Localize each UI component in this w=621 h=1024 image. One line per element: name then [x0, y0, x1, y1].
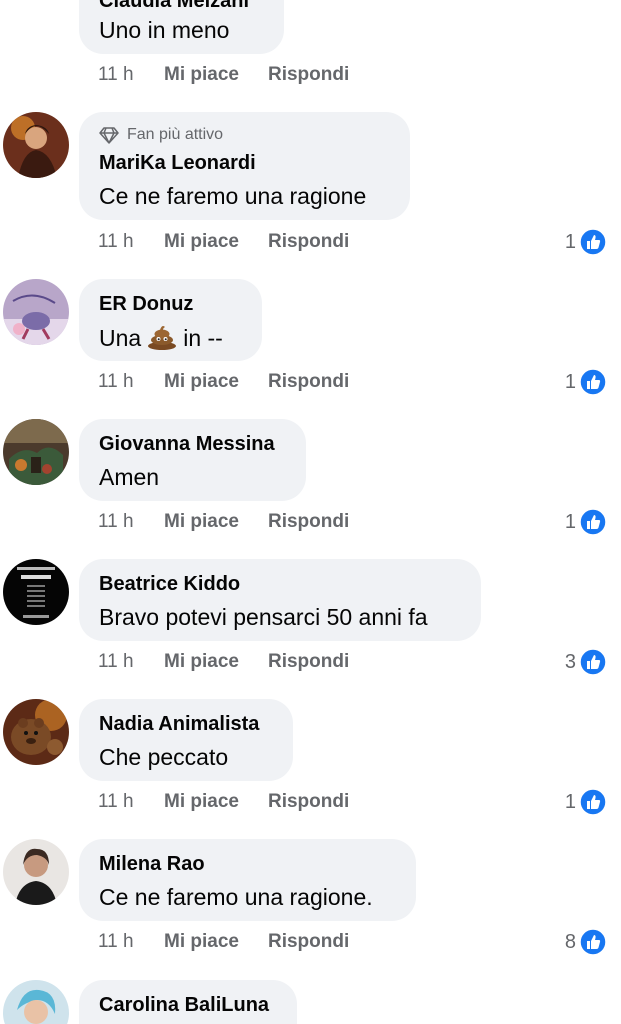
comment-text: Che peccato: [99, 744, 229, 770]
comment-author[interactable]: Claudia Melzani: [99, 0, 249, 13]
comment-time[interactable]: 11 h: [98, 231, 164, 253]
comment-meta: 11 h Mi piace Rispondi: [98, 367, 349, 397]
comment-time[interactable]: 11 h: [98, 791, 164, 813]
reaction-number: 1: [564, 370, 576, 393]
comment-meta: 11 h Mi piace Rispondi: [98, 507, 349, 537]
like-button[interactable]: Mi piace: [164, 371, 239, 393]
comment-time[interactable]: 11 h: [98, 371, 164, 393]
comment-author[interactable]: MariKa Leonardi: [99, 152, 256, 175]
comment-meta: 11 h Mi piace Rispondi: [98, 787, 349, 817]
comment-meta: 11 h Mi piace Rispondi: [98, 60, 349, 90]
reply-button[interactable]: Rispondi: [268, 931, 349, 953]
reaction-count[interactable]: 1: [565, 507, 607, 537]
comment-time[interactable]: 11 h: [98, 651, 164, 673]
comment-text: Ce ne faremo una ragione.: [99, 884, 373, 910]
like-button[interactable]: Mi piace: [164, 791, 239, 813]
avatar[interactable]: [3, 839, 69, 905]
reaction-number: 1: [564, 230, 576, 253]
comment-bubble: Milena Rao Ce ne faremo una ragione.: [79, 839, 416, 921]
comment-text-part: Una: [99, 325, 142, 352]
reply-button[interactable]: Rispondi: [268, 231, 349, 253]
like-reaction-icon: [579, 228, 607, 256]
badge-label: Fan più attivo: [127, 126, 224, 143]
avatar[interactable]: [3, 419, 69, 485]
pile-of-poo-emoji: [147, 324, 177, 356]
diamond-icon: [99, 126, 119, 144]
like-button[interactable]: Mi piace: [164, 231, 239, 253]
reply-button[interactable]: Rispondi: [268, 511, 349, 533]
comment-text-part: in --: [183, 325, 223, 352]
comment-text: Bravo potevi pensarci 50 anni fa: [99, 604, 428, 630]
comment-bubble: Claudia Melzani Uno in meno: [79, 0, 284, 54]
comment-author[interactable]: ER Donuz: [99, 293, 193, 316]
comment-author[interactable]: Milena Rao: [99, 853, 205, 876]
like-button[interactable]: Mi piace: [164, 931, 239, 953]
comment-time[interactable]: 11 h: [98, 511, 164, 533]
like-reaction-icon: [579, 648, 607, 676]
like-reaction-icon: [579, 368, 607, 396]
comment-bubble: ER Donuz Una in --: [79, 279, 262, 361]
comment-bubble: Nadia Animalista Che peccato: [79, 699, 293, 781]
comment-bubble: Giovanna Messina Amen: [79, 419, 306, 501]
avatar[interactable]: [3, 279, 69, 345]
reaction-number: 8: [564, 930, 576, 953]
comment-author[interactable]: Carolina BaliLuna: [99, 994, 269, 1017]
reaction-number: 1: [564, 790, 576, 813]
reaction-count[interactable]: 3: [565, 647, 607, 677]
comment-meta: 11 h Mi piace Rispondi: [98, 227, 349, 257]
comment-bubble: Carolina BaliLuna: [79, 980, 297, 1024]
avatar[interactable]: [3, 112, 69, 178]
comment-author[interactable]: Giovanna Messina: [99, 433, 275, 456]
comment-author[interactable]: Beatrice Kiddo: [99, 573, 240, 596]
like-reaction-icon: [579, 508, 607, 536]
like-reaction-icon: [579, 928, 607, 956]
reply-button[interactable]: Rispondi: [268, 651, 349, 673]
comment-thread: Claudia Melzani Uno in meno 11 h Mi piac…: [0, 0, 621, 1024]
comment-meta: 11 h Mi piace Rispondi: [98, 927, 349, 957]
top-fan-badge: Fan più attivo: [99, 126, 223, 144]
reaction-number: 3: [564, 650, 576, 673]
like-button[interactable]: Mi piace: [164, 651, 239, 673]
comment-bubble: Fan più attivo MariKa Leonardi Ce ne far…: [79, 112, 410, 220]
comment-bubble: Beatrice Kiddo Bravo potevi pensarci 50 …: [79, 559, 481, 641]
reaction-count[interactable]: 1: [565, 367, 607, 397]
comment-text: Una in --: [99, 324, 223, 356]
reaction-count[interactable]: 1: [565, 787, 607, 817]
reply-button[interactable]: Rispondi: [268, 791, 349, 813]
reaction-count[interactable]: 8: [565, 927, 607, 957]
avatar[interactable]: [3, 559, 69, 625]
reply-button[interactable]: Rispondi: [268, 371, 349, 393]
like-button[interactable]: Mi piace: [164, 511, 239, 533]
comment-text: Amen: [99, 464, 160, 490]
reply-button[interactable]: Rispondi: [268, 64, 349, 86]
reaction-count[interactable]: 1: [565, 227, 607, 257]
comment-meta: 11 h Mi piace Rispondi: [98, 647, 349, 677]
comment-text: Uno in meno: [99, 17, 230, 43]
comment-time[interactable]: 11 h: [98, 931, 164, 953]
avatar[interactable]: [3, 699, 69, 765]
avatar[interactable]: [3, 980, 69, 1024]
like-button[interactable]: Mi piace: [164, 64, 239, 86]
reaction-number: 1: [564, 510, 576, 533]
comment-text: Ce ne faremo una ragione: [99, 183, 367, 209]
comment-author[interactable]: Nadia Animalista: [99, 713, 259, 736]
comment-time[interactable]: 11 h: [98, 64, 164, 86]
like-reaction-icon: [579, 788, 607, 816]
